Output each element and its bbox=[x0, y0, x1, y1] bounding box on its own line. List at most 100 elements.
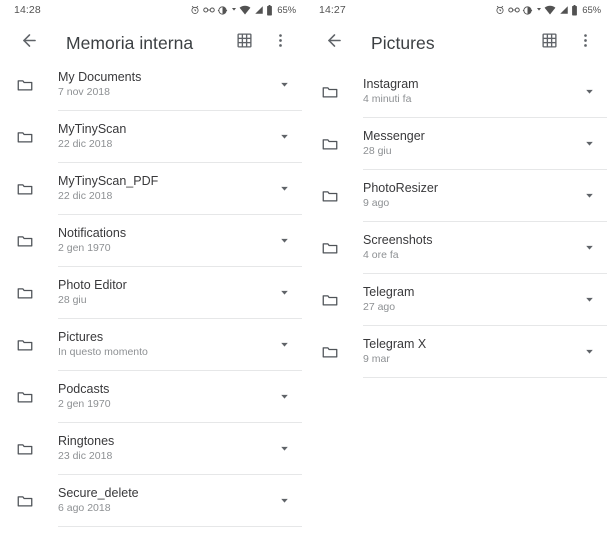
dual-screenshot-container: 14:28 65% Memoria interna My Documents 7 nov… bbox=[0, 0, 610, 539]
chevron-down-icon[interactable] bbox=[269, 338, 299, 351]
chevron-down-icon[interactable] bbox=[574, 293, 604, 306]
folder-icon bbox=[16, 336, 42, 354]
page-title: Pictures bbox=[371, 32, 435, 53]
folder-name: Instagram bbox=[363, 77, 419, 91]
caret-icon bbox=[536, 6, 542, 14]
list-item-text: Secure_delete 6 ago 2018 bbox=[58, 486, 269, 515]
chevron-down-icon[interactable] bbox=[574, 189, 604, 202]
wifi-icon bbox=[239, 5, 251, 15]
list-item[interactable]: Instagram 4 minuti fa bbox=[305, 66, 610, 117]
folder-list[interactable]: My Documents 7 nov 2018 MyTinyScan 22 dic 2… bbox=[0, 59, 305, 539]
chevron-down-icon[interactable] bbox=[574, 85, 604, 98]
folder-date: 22 dic 2018 bbox=[58, 138, 113, 150]
list-item-text: Telegram X 9 mar bbox=[363, 337, 574, 366]
folder-date: 4 ore fa bbox=[363, 249, 399, 261]
vibrate-icon bbox=[217, 5, 228, 16]
folder-icon bbox=[321, 291, 347, 309]
list-item[interactable]: Secure_delete 6 ago 2018 bbox=[0, 475, 305, 526]
list-item[interactable]: Ringtones 23 dic 2018 bbox=[0, 423, 305, 474]
status-bar: 14:27 65% bbox=[305, 0, 610, 20]
list-item[interactable]: MyTinyScan_PDF 22 dic 2018 bbox=[0, 163, 305, 214]
app-bar-actions bbox=[532, 26, 602, 60]
status-icon-group: 65% bbox=[190, 4, 296, 16]
back-button[interactable] bbox=[317, 26, 351, 60]
folder-icon bbox=[321, 83, 347, 101]
folder-icon bbox=[321, 239, 347, 257]
wifi-icon bbox=[544, 5, 556, 15]
folder-date: 4 minuti fa bbox=[363, 93, 412, 105]
grid-view-button[interactable] bbox=[532, 26, 566, 60]
list-item[interactable]: Screenshots 4 ore fa bbox=[305, 222, 610, 273]
more-vertical-icon bbox=[272, 32, 289, 54]
chevron-down-icon[interactable] bbox=[269, 234, 299, 247]
list-item[interactable]: Pictures In questo momento bbox=[0, 319, 305, 370]
folder-name: MyTinyScan_PDF bbox=[58, 174, 159, 188]
folder-icon bbox=[16, 492, 42, 510]
status-clock: 14:27 bbox=[319, 4, 346, 16]
folder-list[interactable]: Instagram 4 minuti fa Messenger 28 giu Photo… bbox=[305, 66, 610, 378]
signal-icon bbox=[559, 5, 569, 15]
chevron-down-icon[interactable] bbox=[269, 390, 299, 403]
chevron-down-icon[interactable] bbox=[574, 137, 604, 150]
list-item[interactable]: PhotoResizer 9 ago bbox=[305, 170, 610, 221]
overflow-menu-button[interactable] bbox=[263, 26, 297, 60]
folder-icon bbox=[16, 388, 42, 406]
app-bar-actions bbox=[227, 26, 297, 60]
chevron-down-icon[interactable] bbox=[574, 241, 604, 254]
chevron-down-icon[interactable] bbox=[269, 442, 299, 455]
folder-date: 9 ago bbox=[363, 197, 390, 209]
chevron-down-icon[interactable] bbox=[269, 286, 299, 299]
chevron-down-icon[interactable] bbox=[574, 345, 604, 358]
battery-icon bbox=[571, 4, 578, 16]
list-item-text: Podcasts 2 gen 1970 bbox=[58, 382, 269, 411]
back-arrow-icon bbox=[20, 31, 39, 55]
folder-date: 28 giu bbox=[58, 294, 87, 306]
signal-icon bbox=[254, 5, 264, 15]
status-icon-group: 65% bbox=[495, 4, 601, 16]
glasses-icon bbox=[508, 6, 520, 14]
status-clock: 14:28 bbox=[14, 4, 41, 16]
folder-name: PhotoResizer bbox=[363, 181, 439, 195]
folder-icon bbox=[321, 135, 347, 153]
list-item[interactable]: Photo Editor 28 giu bbox=[0, 267, 305, 318]
chevron-down-icon[interactable] bbox=[269, 182, 299, 195]
folder-date: 23 dic 2018 bbox=[58, 450, 113, 462]
chevron-down-icon[interactable] bbox=[269, 78, 299, 91]
folder-icon bbox=[16, 440, 42, 458]
folder-icon bbox=[16, 284, 42, 302]
status-bar: 14:28 65% bbox=[0, 0, 305, 20]
list-item[interactable]: SendAnywhere13 feb bbox=[0, 527, 305, 539]
back-button[interactable] bbox=[12, 26, 46, 60]
folder-date: In questo momento bbox=[58, 346, 148, 358]
folder-name: Telegram bbox=[363, 285, 415, 299]
phone-screen-pictures: 14:27 65% Pictures Instagram 4 minuti fa Mess… bbox=[305, 0, 610, 539]
grid-view-button[interactable] bbox=[227, 26, 261, 60]
battery-icon bbox=[266, 4, 273, 16]
chevron-down-icon[interactable] bbox=[269, 494, 299, 507]
list-item[interactable]: Podcasts 2 gen 1970 bbox=[0, 371, 305, 422]
phone-screen-memoria-interna: 14:28 65% Memoria interna My Documents 7 nov… bbox=[0, 0, 305, 539]
list-item[interactable]: MyTinyScan 22 dic 2018 bbox=[0, 111, 305, 162]
list-item-text: Telegram 27 ago bbox=[363, 285, 574, 314]
folder-name: Podcasts bbox=[58, 382, 110, 396]
list-item-text: Instagram 4 minuti fa bbox=[363, 77, 574, 106]
list-item[interactable]: Notifications 2 gen 1970 bbox=[0, 215, 305, 266]
folder-icon bbox=[16, 76, 42, 94]
folder-icon bbox=[321, 343, 347, 361]
glasses-icon bbox=[203, 6, 215, 14]
folder-icon bbox=[321, 187, 347, 205]
list-item[interactable]: My Documents 7 nov 2018 bbox=[0, 59, 305, 110]
list-item-text: My Documents 7 nov 2018 bbox=[58, 70, 269, 99]
alarm-icon bbox=[495, 5, 505, 15]
list-item[interactable]: Messenger 28 giu bbox=[305, 118, 610, 169]
battery-percent-label: 65% bbox=[277, 4, 296, 16]
overflow-menu-button[interactable] bbox=[568, 26, 602, 60]
folder-date: 2 gen 1970 bbox=[58, 242, 111, 254]
list-divider bbox=[363, 377, 607, 378]
battery-percent-label: 65% bbox=[582, 4, 601, 16]
folder-name: Ringtones bbox=[58, 434, 115, 448]
list-item[interactable]: Telegram 27 ago bbox=[305, 274, 610, 325]
list-item[interactable]: Telegram X 9 mar bbox=[305, 326, 610, 377]
chevron-down-icon[interactable] bbox=[269, 130, 299, 143]
list-item-text: Pictures In questo momento bbox=[58, 330, 269, 359]
